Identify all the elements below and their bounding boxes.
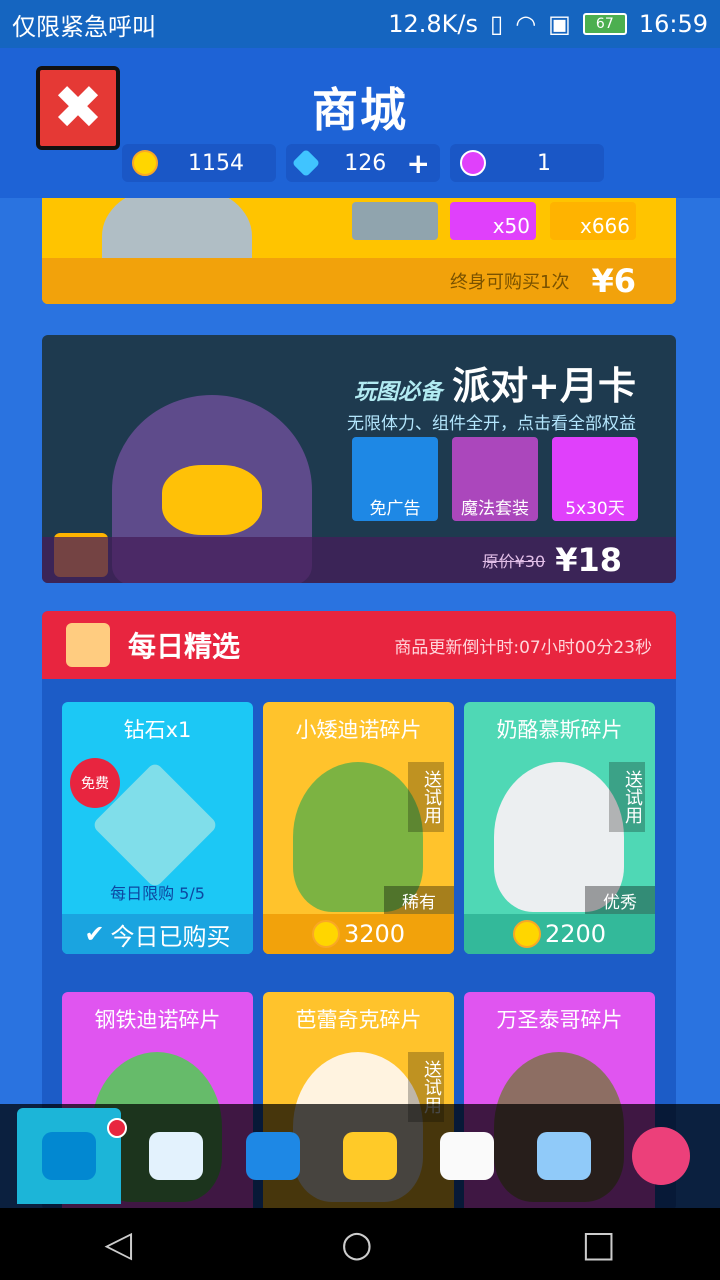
purchased-label: 今日已购买 [110, 922, 231, 951]
notification-dot [106, 1118, 127, 1138]
bottom-nav [0, 1104, 720, 1208]
item-price: 2200 [464, 914, 655, 954]
benefit-label: 魔法套装 [461, 499, 529, 519]
network-speed: 12.8K/s [388, 10, 478, 38]
camera-icon [41, 1132, 96, 1180]
nav-favorites[interactable] [134, 1114, 218, 1198]
status-bar: 仅限紧急呼叫 12.8K/s ▯ ◠ ▣ 67 16:59 [0, 0, 720, 48]
lotus-icon [460, 150, 486, 176]
nav-tv[interactable] [231, 1114, 315, 1198]
item-name: 芭蕾奇克碎片 [295, 1008, 422, 1032]
battery-icon: 67 [582, 13, 627, 35]
party-brand: 玩图必备 [354, 380, 443, 405]
benefit-no-ads: 免广告 [352, 437, 438, 521]
item-footer: ✔ 今日已购买 [62, 914, 253, 954]
vibrate-icon: ▯ [489, 10, 504, 38]
page-title: 商城 [312, 83, 408, 137]
currency-bar: 1154 126 + 1 [122, 144, 604, 182]
nav-duck[interactable] [328, 1114, 412, 1198]
tv-icon [245, 1132, 300, 1180]
diamond-pack-tile: x50 [450, 202, 536, 240]
shop-screen: x50 x666 终身可购买1次 ¥6 玩图必备 派对+月卡 无限体力、组件全开，… [0, 48, 720, 1208]
daily-limit: 每日限购 5/5 [110, 884, 205, 903]
carrier-text: 仅限紧急呼叫 [12, 12, 156, 41]
item-price: 3200 [263, 914, 454, 954]
party-price: ¥18 [555, 541, 622, 579]
coin-pack-tile: x666 [550, 202, 636, 240]
item-name: 奶酪慕斯碎片 [496, 718, 623, 742]
diamond-value: 126 [344, 150, 387, 176]
sim-icon: ▣ [548, 10, 571, 38]
diamond-pack-qty: x50 [492, 214, 530, 238]
daily-item-diamond[interactable]: 钻石x1 免费 每日限购 5/5 ✔ 今日已购买 [62, 702, 253, 954]
item-name: 钢铁迪诺碎片 [94, 1008, 221, 1032]
lotus-value: 1 [537, 150, 551, 176]
coin-value: 1154 [188, 150, 244, 176]
trial-tag: 送试用 [609, 762, 645, 832]
party-title-text: 派对+月卡 [452, 364, 636, 408]
clock: 16:59 [638, 10, 708, 38]
back-icon[interactable]: ◁ [104, 1224, 132, 1265]
party-monthly-card[interactable]: 玩图必备 派对+月卡 无限体力、组件全开，点击看全部权益 免广告 魔法套装 5x3… [42, 335, 676, 583]
daily-selection-header: 每日精选 商品更新倒计时:07小时00分23秒 [42, 611, 676, 679]
diamond-icon [291, 148, 321, 178]
starter-pack-footer: 终身可购买1次 ¥6 [42, 258, 676, 304]
price-value: 3200 [343, 920, 406, 948]
stamp-icon [537, 1132, 592, 1180]
nav-lotus[interactable] [619, 1114, 703, 1198]
shop-header: ✖ 商城 1154 126 + 1 [0, 48, 720, 198]
purchase-limit-note: 终身可购买1次 [450, 272, 570, 293]
add-diamond-button[interactable]: + [407, 147, 430, 180]
party-benefits: 免广告 魔法套装 5x30天 [352, 437, 638, 521]
shop-stall-icon [66, 623, 110, 667]
starter-pack-price: ¥6 [591, 262, 636, 300]
nav-camera[interactable] [16, 1108, 127, 1204]
rarity-tag: 稀有 [384, 886, 454, 914]
check-icon: ✔ [84, 920, 105, 948]
original-price: 原价¥30 [482, 552, 546, 571]
wifi-icon: ◠ [515, 10, 537, 38]
daily-item-dino-fragment[interactable]: 小矮迪诺碎片 送试用 稀有 3200 [263, 702, 454, 954]
daily-title: 每日精选 [128, 630, 241, 663]
benefit-label: 5x30天 [565, 499, 625, 519]
party-card-subtitle: 无限体力、组件全开，点击看全部权益 [347, 414, 636, 434]
system-nav-bar: ◁ ○ □ [0, 1208, 720, 1280]
coin-icon [512, 920, 541, 948]
duck-icon [342, 1132, 397, 1180]
party-card-title: 玩图必备 派对+月卡 [354, 355, 636, 410]
trial-tag: 送试用 [408, 762, 444, 832]
nav-stamp[interactable] [522, 1114, 606, 1198]
daily-item-cheese-mousse-fragment[interactable]: 奶酪慕斯碎片 送试用 优秀 2200 [464, 702, 655, 954]
item-name: 钻石x1 [123, 718, 192, 742]
star-icon [148, 1132, 203, 1180]
price-value: 2200 [544, 920, 607, 948]
coin-balance[interactable]: 1154 [122, 144, 276, 182]
coin-icon [311, 920, 340, 948]
coin-pack-qty: x666 [579, 214, 630, 238]
item-name: 万圣泰哥碎片 [496, 1008, 623, 1032]
home-icon[interactable]: ○ [341, 1224, 372, 1265]
benefit-label: 免广告 [369, 499, 421, 519]
diamond-balance[interactable]: 126 + [286, 144, 440, 182]
nav-rabbit[interactable] [425, 1114, 509, 1198]
refresh-countdown: 商品更新倒计时:07小时00分23秒 [394, 637, 652, 658]
coin-icon [132, 150, 158, 176]
item-name: 小矮迪诺碎片 [295, 718, 422, 742]
recents-icon[interactable]: □ [581, 1224, 615, 1265]
benefit-diamonds: 5x30天 [552, 437, 638, 521]
benefit-magic-set: 魔法套装 [452, 437, 538, 521]
party-price-bar: 原价¥30 ¥18 [42, 537, 676, 583]
shark-mini-icon [352, 202, 438, 240]
starter-pack-card[interactable]: x50 x666 终身可购买1次 ¥6 [42, 198, 676, 304]
wizard-face [162, 465, 262, 535]
free-badge: 免费 [70, 758, 120, 808]
lotus-icon [632, 1127, 691, 1185]
rarity-tag: 优秀 [585, 886, 655, 914]
lotus-balance[interactable]: 1 [450, 144, 604, 182]
rabbit-icon [440, 1132, 495, 1180]
